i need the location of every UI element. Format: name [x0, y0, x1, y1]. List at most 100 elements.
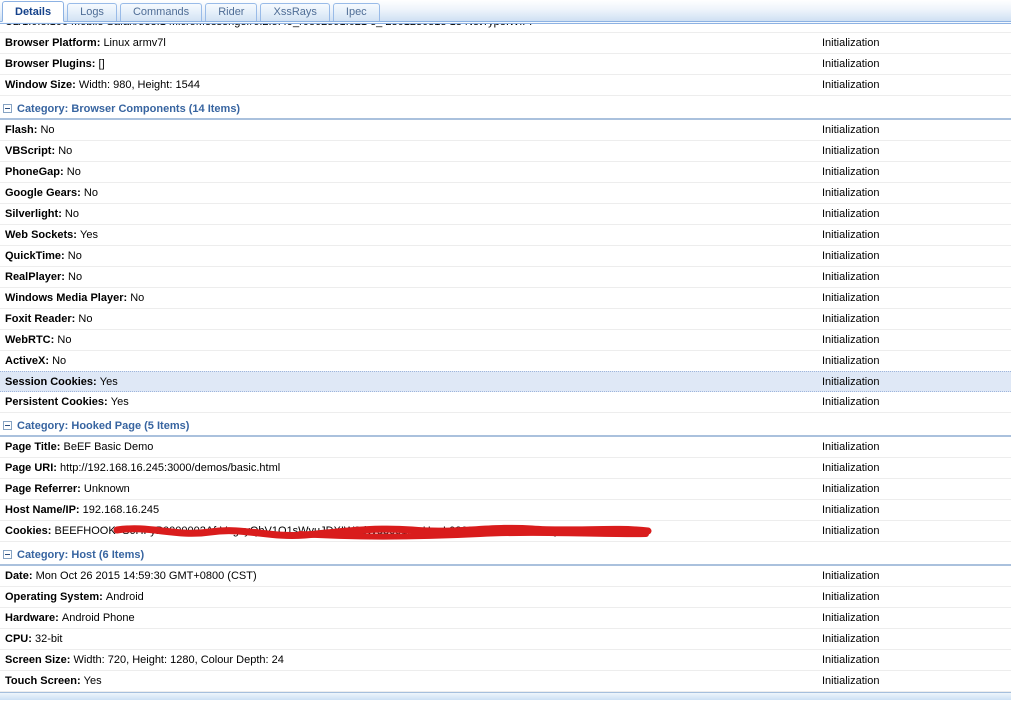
row-status: Initialization [822, 37, 880, 49]
detail-row[interactable]: Page URIhttp://192.168.16.245:3000/demos… [0, 458, 1011, 479]
row-status: Initialization [822, 187, 880, 199]
row-label: Google Gears [5, 187, 84, 199]
group-header[interactable]: Category: Browser Components (14 Items) [0, 100, 1011, 120]
row-value: No [58, 145, 73, 157]
tab-rider[interactable]: Rider [205, 3, 258, 21]
detail-row[interactable]: Page ReferrerUnknown Initialization [0, 479, 1011, 500]
detail-row[interactable]: Page TitleBeEF Basic Demo Initialization [0, 437, 1011, 458]
row-value: Yes [99, 376, 118, 388]
row-label: WebRTC [5, 334, 57, 346]
row-status: Initialization [822, 654, 880, 666]
row-label: Session Cookies [5, 376, 100, 388]
row-label: Window Size [5, 79, 79, 91]
row-label: RealPlayer [5, 271, 68, 283]
row-label: Host Name/IP [5, 504, 83, 516]
detail-row[interactable]: Google GearsNo Initialization [0, 183, 1011, 204]
row-label: Foxit Reader [5, 313, 78, 325]
row-value: Yes [83, 675, 102, 687]
row-status: Initialization [822, 250, 880, 262]
row-value: http://192.168.16.245:3000/demos/basic.h… [60, 462, 281, 474]
row-value: No [83, 187, 98, 199]
tab-commands[interactable]: Commands [119, 3, 203, 21]
row-status: Initialization [822, 229, 880, 241]
panel-bottom-edge [0, 692, 1011, 700]
detail-row[interactable]: Web SocketsYes Initialization [0, 225, 1011, 246]
collapse-minus-icon[interactable] [3, 104, 12, 113]
row-status: Initialization [822, 396, 880, 408]
row-label: Page Referrer [5, 483, 84, 495]
row-label: Operating System [5, 591, 106, 603]
row-value: No [57, 334, 72, 346]
detail-row[interactable]: Session CookiesYes Initialization [0, 371, 1011, 392]
clipped-useragent-text: U2/1.0.8.106 Mobile Safari/533.1 MicroMe… [0, 24, 1011, 32]
detail-row[interactable]: SilverlightNo Initialization [0, 204, 1011, 225]
row-label: Windows Media Player [5, 292, 130, 304]
row-value: Android Phone [61, 612, 135, 624]
row-status: Initialization [822, 271, 880, 283]
detail-row[interactable]: Touch ScreenYes Initialization [0, 671, 1011, 692]
detail-row[interactable]: Browser PlatformLinux armv7l Initializati… [0, 33, 1011, 54]
detail-row[interactable]: Host Name/IP192.168.16.245 Initialization [0, 500, 1011, 521]
row-value: Width: 720, Height: 1280, Colour Depth: … [73, 654, 284, 666]
detail-row[interactable]: RealPlayerNo Initialization [0, 267, 1011, 288]
detail-row[interactable]: Operating SystemAndroid Initialization [0, 587, 1011, 608]
detail-row[interactable]: CPU32-bit Initialization [0, 629, 1011, 650]
detail-row[interactable]: Foxit ReaderNo Initialization [0, 309, 1011, 330]
row-value: No [66, 166, 81, 178]
tab-ipec[interactable]: Ipec [332, 3, 380, 21]
detail-row[interactable]: Persistent CookiesYes Initialization [0, 392, 1011, 413]
row-label: Hardware [5, 612, 62, 624]
row-label: Flash [5, 124, 40, 136]
row-value: Yes [80, 229, 98, 241]
row-status: Initialization [822, 591, 880, 603]
detail-row[interactable]: ActiveXNo Initialization [0, 351, 1011, 372]
row-value: Yes [110, 396, 129, 408]
row-label: Date [5, 570, 36, 582]
row-value: [] [98, 58, 105, 70]
collapse-minus-icon[interactable] [3, 550, 12, 559]
row-label: Persistent Cookies [5, 396, 111, 408]
detail-row[interactable]: DateMon Oct 26 2015 14:59:30 GMT+0800 (C… [0, 566, 1011, 587]
detail-row[interactable]: FlashNo Initialization [0, 120, 1011, 141]
detail-row[interactable]: PhoneGapNo Initialization [0, 162, 1011, 183]
row-value: BeEF Basic Demo [63, 441, 154, 453]
group-title: Category: Hooked Page (5 Items) [17, 420, 190, 432]
detail-row[interactable]: Screen SizeWidth: 720, Height: 1280, Col… [0, 650, 1011, 671]
row-status: Initialization [822, 504, 880, 516]
row-label: ActiveX [5, 355, 52, 367]
clipped-useragent-row[interactable]: U2/1.0.8.106 Mobile Safari/533.1 MicroMe… [0, 24, 1011, 33]
row-value: Unknown [83, 483, 130, 495]
row-label: Silverlight [5, 208, 65, 220]
detail-row[interactable]: VBScriptNo Initialization [0, 141, 1011, 162]
row-status: Initialization [822, 166, 880, 178]
row-label: Touch Screen [5, 675, 84, 687]
detail-row[interactable]: HardwareAndroid Phone Initialization [0, 608, 1011, 629]
row-value: BEEFHOOK=S6HFyB0000002AfrVogzyQbV1Q1sWyu… [54, 525, 630, 537]
tab-logs[interactable]: Logs [67, 3, 117, 21]
detail-row[interactable]: CookiesBEEFHOOK=S6HFyB0000002AfrVogzyQbV… [0, 521, 1011, 542]
tab-details[interactable]: Details [2, 1, 65, 22]
detail-row[interactable]: QuickTimeNo Initialization [0, 246, 1011, 267]
group-title: Category: Host (6 Items) [17, 549, 145, 561]
row-value: 32-bit [34, 633, 63, 645]
row-value: No [68, 271, 83, 283]
detail-row[interactable]: Windows Media PlayerNo Initialization [0, 288, 1011, 309]
group-title: Category: Browser Components (14 Items) [17, 103, 241, 115]
tab-xssrays[interactable]: XssRays [260, 3, 330, 21]
row-label: QuickTime [5, 250, 68, 262]
detail-row[interactable]: WebRTCNo Initialization [0, 330, 1011, 351]
row-status: Initialization [822, 208, 880, 220]
group-header[interactable]: Category: Hooked Page (5 Items) [0, 417, 1011, 437]
row-status: Initialization [822, 145, 880, 157]
group-header[interactable]: Category: Host (6 Items) [0, 546, 1011, 566]
row-label: Browser Platform [5, 37, 103, 49]
row-status: Initialization [822, 58, 880, 70]
tab-bar-bottom-edge [0, 21, 1011, 24]
detail-row[interactable]: Browser Plugins[] Initialization [0, 54, 1011, 75]
row-status: Initialization [822, 441, 880, 453]
row-value: Mon Oct 26 2015 14:59:30 GMT+0800 (CST) [35, 570, 257, 582]
detail-row[interactable]: Window SizeWidth: 980, Height: 1544 Initi… [0, 75, 1011, 96]
collapse-minus-icon[interactable] [3, 421, 12, 430]
row-status: Initialization [822, 292, 880, 304]
row-label: Cookies [5, 525, 55, 537]
